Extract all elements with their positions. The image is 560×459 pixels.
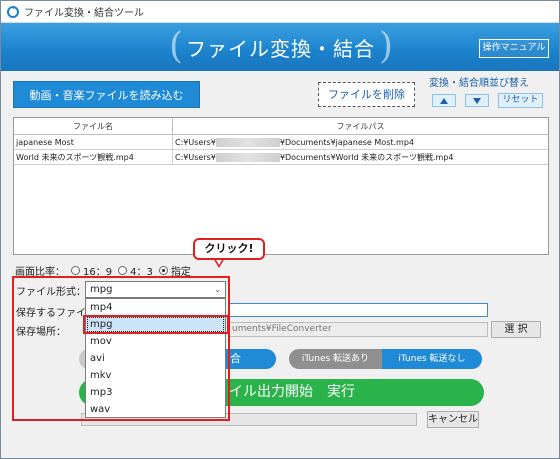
- triangle-down-icon: [473, 97, 481, 104]
- cancel-button[interactable]: キャンセル: [427, 411, 479, 428]
- path-prefix: C:¥Users¥: [175, 138, 216, 147]
- manual-button[interactable]: 操作マニュアル: [479, 39, 549, 58]
- save-filename-input[interactable]: [229, 303, 488, 317]
- window-title: ファイル変換・結合ツール: [24, 8, 144, 19]
- reorder-label: 変換・結合順並び替え: [429, 78, 529, 89]
- redacted-username: [215, 138, 280, 147]
- table-header: ファイル名 ファイルパス: [14, 118, 548, 135]
- aspect-custom-radio[interactable]: [158, 266, 168, 275]
- brace-right-decoration: ): [379, 26, 394, 67]
- click-callout: クリック!: [193, 238, 265, 260]
- reset-order-button[interactable]: リセット: [498, 93, 543, 108]
- column-header-filename[interactable]: ファイル名: [14, 118, 173, 134]
- redacted-username: [215, 153, 280, 162]
- path-suffix: ¥Documents¥japanese Most.mp4: [279, 138, 415, 147]
- column-header-filepath[interactable]: ファイルパス: [173, 118, 548, 134]
- save-location-input[interactable]: uments¥FileConverter: [229, 322, 488, 337]
- row-filepath: C:¥Users¥ ¥Documents¥World 未来のスポーツ観戦.mp4: [173, 150, 548, 164]
- itunes-transfer-on-button[interactable]: iTunes 転送あり: [289, 349, 382, 369]
- path-prefix: C:¥Users¥: [175, 153, 216, 162]
- table-row[interactable]: World 未来のスポーツ観戦.mp4 C:¥Users¥ ¥Documents…: [14, 150, 548, 165]
- triangle-up-icon: [440, 97, 448, 104]
- file-list-table[interactable]: ファイル名 ファイルパス japanese Most C:¥Users¥ ¥Do…: [13, 117, 549, 255]
- load-files-button[interactable]: 動画・音楽ファイルを読み込む: [13, 81, 200, 108]
- annotation-box: [12, 276, 230, 421]
- title-bar: ファイル変換・結合ツール: [1, 1, 559, 23]
- aspect-4-3-radio[interactable]: [118, 266, 128, 275]
- combine-mode-button[interactable]: 合: [226, 349, 276, 369]
- move-down-button[interactable]: [465, 94, 489, 107]
- row-filepath: C:¥Users¥ ¥Documents¥japanese Most.mp4: [173, 135, 548, 149]
- brace-left-decoration: (: [169, 26, 184, 67]
- page-title: ファイル変換・結合: [186, 37, 375, 61]
- refresh-icon: [7, 5, 19, 18]
- itunes-transfer-off-button[interactable]: iTunes 転送なし: [382, 349, 482, 369]
- path-suffix: ¥Documents¥World 未来のスポーツ観戦.mp4: [279, 153, 454, 162]
- table-row[interactable]: japanese Most C:¥Users¥ ¥Documents¥japan…: [14, 135, 548, 150]
- header-banner: ( ファイル変換・結合 ): [1, 23, 559, 71]
- browse-button[interactable]: 選 択: [491, 321, 541, 338]
- row-filename: japanese Most: [14, 135, 173, 149]
- row-filename: World 未来のスポーツ観戦.mp4: [14, 150, 173, 164]
- app-window: ファイル変換・結合ツール ( ファイル変換・結合 ) 操作マニュアル 動画・音楽…: [0, 0, 560, 459]
- aspect-16-9-radio[interactable]: [71, 266, 80, 275]
- delete-file-button[interactable]: ファイルを削除: [318, 82, 415, 107]
- move-up-button[interactable]: [432, 94, 456, 107]
